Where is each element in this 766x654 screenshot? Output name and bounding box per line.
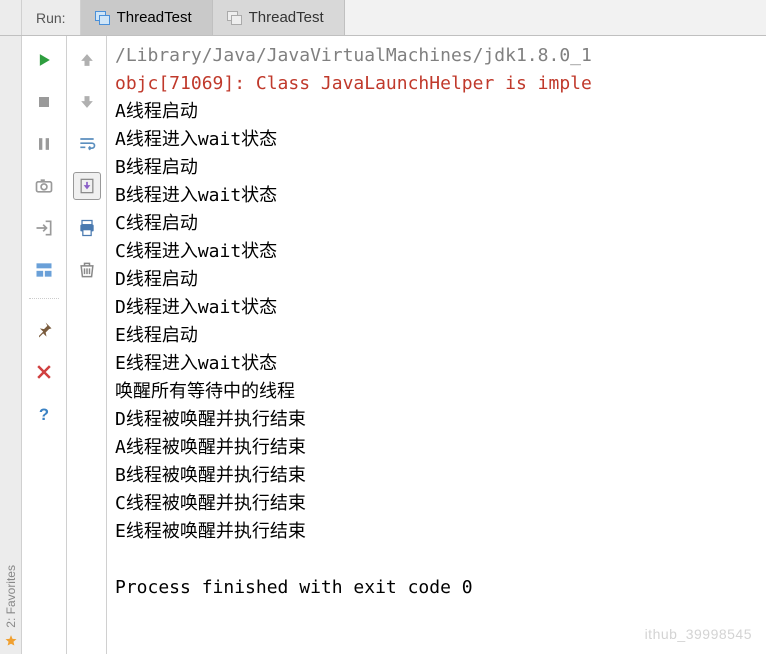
console-line: 唤醒所有等待中的线程	[115, 378, 766, 406]
console-line: A线程被唤醒并执行结束	[115, 434, 766, 462]
console-line: /Library/Java/JavaVirtualMachines/jdk1.8…	[115, 42, 766, 70]
console-line: C线程被唤醒并执行结束	[115, 490, 766, 518]
toolbar-separator	[29, 298, 60, 302]
run-config-icon	[95, 11, 109, 25]
left-edge-strip-2: 2: Favorites	[0, 36, 22, 654]
run-toolbar-secondary	[67, 36, 107, 654]
run-config-icon	[227, 11, 241, 25]
console-line: E线程进入wait状态	[115, 350, 766, 378]
console-line: B线程启动	[115, 154, 766, 182]
console-line: D线程启动	[115, 266, 766, 294]
console-line: Process finished with exit code 0	[115, 574, 766, 602]
console-line: B线程被唤醒并执行结束	[115, 462, 766, 490]
console-line: D线程被唤醒并执行结束	[115, 406, 766, 434]
dump-threads-button[interactable]	[30, 172, 58, 200]
console-line: C线程进入wait状态	[115, 238, 766, 266]
console-output[interactable]: /Library/Java/JavaVirtualMachines/jdk1.8…	[107, 36, 766, 654]
soft-wrap-button[interactable]	[73, 130, 101, 158]
stop-button[interactable]	[30, 88, 58, 116]
run-label: Run:	[22, 0, 81, 35]
clear-all-button[interactable]	[73, 256, 101, 284]
main-area: 2: Favorites ?	[0, 36, 766, 654]
help-button[interactable]: ?	[30, 400, 58, 428]
console-line	[115, 546, 766, 574]
left-edge-strip	[0, 0, 22, 35]
tab-threadtest-inactive[interactable]: ThreadTest	[213, 0, 345, 35]
watermark: ithub_39998545	[645, 626, 752, 642]
console-line: A线程进入wait状态	[115, 126, 766, 154]
tab-label: ThreadTest	[117, 9, 192, 26]
favorites-tool-window-stripe[interactable]: 2: Favorites	[0, 374, 22, 654]
console-line: E线程启动	[115, 322, 766, 350]
exit-button[interactable]	[30, 214, 58, 242]
print-button[interactable]	[73, 214, 101, 242]
down-stack-button[interactable]	[73, 88, 101, 116]
console-line: D线程进入wait状态	[115, 294, 766, 322]
console-line: A线程启动	[115, 98, 766, 126]
console-line: objc[71069]: Class JavaLaunchHelper is i…	[115, 70, 766, 98]
up-stack-button[interactable]	[73, 46, 101, 74]
pause-button[interactable]	[30, 130, 58, 158]
scroll-to-end-button[interactable]	[73, 172, 101, 200]
top-bar: Run: ThreadTest ThreadTest	[0, 0, 766, 36]
console-line: C线程启动	[115, 210, 766, 238]
layout-button[interactable]	[30, 256, 58, 284]
run-toolbar-primary: ?	[22, 36, 67, 654]
tab-label: ThreadTest	[249, 9, 324, 26]
close-button[interactable]	[30, 358, 58, 386]
rerun-button[interactable]	[30, 46, 58, 74]
svg-text:?: ?	[39, 405, 49, 424]
console-line: E线程被唤醒并执行结束	[115, 518, 766, 546]
star-icon	[4, 634, 18, 648]
tab-threadtest-active[interactable]: ThreadTest	[81, 0, 213, 35]
console-line: B线程进入wait状态	[115, 182, 766, 210]
pin-button[interactable]	[30, 316, 58, 344]
favorites-label: 2: Favorites	[4, 565, 18, 628]
